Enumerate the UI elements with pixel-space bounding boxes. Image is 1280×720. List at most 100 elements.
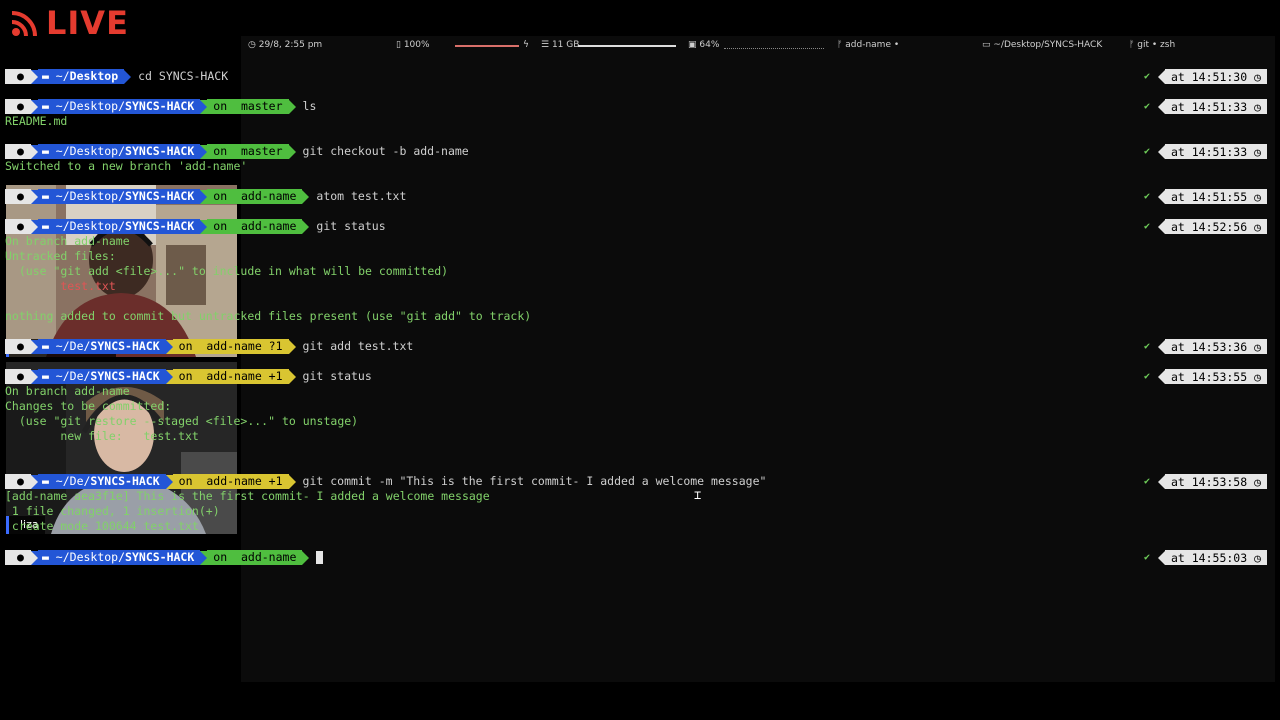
datetime-text: 29/8, 2:55 pm — [258, 40, 323, 50]
check-icon: ✔ — [1143, 341, 1150, 352]
prompt-directory: ▬ ~/Desktop/SYNCS-HACK — [37, 219, 201, 234]
directory-name: SYNCS-HACK — [125, 219, 195, 233]
segment-separator — [1157, 144, 1165, 159]
segment-separator — [302, 550, 310, 565]
command-text: atom test.txt — [316, 189, 407, 203]
segment-separator — [124, 69, 132, 84]
prompt-directory: ▬ ~/Desktop/SYNCS-HACK — [37, 550, 201, 565]
right-prompt: ✔ at 14:51:33 ◷ — [1144, 144, 1267, 159]
segment-separator — [200, 99, 208, 114]
cpu-status: ▣ 64% — [688, 40, 720, 50]
directory-prefix: ~/De/ — [48, 339, 91, 353]
check-icon: ✔ — [1143, 101, 1150, 112]
prompt-directory: ▬ ~/Desktop/SYNCS-HACK — [37, 144, 201, 159]
output-line: On branch add-name — [5, 384, 130, 398]
directory-name: SYNCS-HACK — [90, 474, 160, 488]
branch-text: add-name • — [845, 40, 900, 50]
segment-separator — [200, 189, 208, 204]
prompt-directory: ▬ ~/De/SYNCS-HACK — [37, 369, 166, 384]
command-timestamp: at 14:51:55 ◷ — [1164, 189, 1267, 204]
segment-separator — [30, 474, 38, 489]
command-timestamp: at 14:55:03 ◷ — [1164, 550, 1267, 565]
output-line: nothing added to commit but untracked fi… — [5, 309, 532, 323]
directory-prefix: ~/De/ — [48, 474, 91, 488]
segment-separator — [288, 144, 296, 159]
process-text: git • zsh — [1137, 40, 1176, 50]
directory-name: SYNCS-HACK — [125, 144, 195, 158]
prompt-git-branch: on add-name — [207, 550, 303, 565]
folder-icon: ▬ — [41, 69, 49, 83]
directory-prefix: ~/De/ — [48, 369, 91, 383]
segment-separator — [30, 219, 38, 234]
segment-separator — [30, 69, 38, 84]
directory-prefix: ~/Desktop/ — [48, 144, 126, 158]
folder-icon: ▬ — [41, 339, 49, 353]
output-line-untracked: test.txt — [5, 279, 116, 293]
segment-separator — [302, 189, 310, 204]
apple-icon: ● — [5, 339, 31, 354]
segment-separator — [288, 99, 296, 114]
check-icon: ✔ — [1143, 221, 1150, 232]
segment-separator — [1157, 339, 1165, 354]
command-text: cd SYNCS-HACK — [138, 69, 229, 83]
battery-status: ▯ 100% — [396, 40, 430, 50]
command-text: git checkout -b add-name — [302, 144, 469, 158]
prompt-git-branch: on add-name ?1 — [172, 339, 289, 354]
folder-icon: ▬ — [41, 189, 49, 203]
cpu-text: 64% — [699, 40, 720, 50]
check-icon: ✔ — [1143, 71, 1150, 82]
right-prompt: ✔ at 14:55:03 ◷ — [1144, 550, 1267, 565]
segment-separator — [30, 144, 38, 159]
check-icon: ✔ — [1143, 476, 1150, 487]
prompt-git-branch: on add-name — [207, 219, 303, 234]
apple-icon: ● — [5, 474, 31, 489]
prompt-line: ● ▬ ~/Desktop/SYNCS-HACK on master git chec… — [5, 144, 469, 159]
prompt-line: ● ▬ ~/Desktop cd SYNCS-HACK — [5, 69, 228, 84]
memory-status: ☰ 11 GB — [541, 40, 580, 50]
directory-name: SYNCS-HACK — [90, 369, 160, 383]
text-cursor[interactable] — [316, 551, 324, 564]
live-logo: LIVE — [10, 6, 129, 40]
segment-separator — [30, 369, 38, 384]
folder-icon: ▬ — [41, 550, 49, 564]
output-line: On branch add-name — [5, 234, 130, 248]
segment-separator — [30, 99, 38, 114]
directory-prefix: ~/ — [48, 69, 70, 83]
prompt-line: ● ▬ ~/Desktop/SYNCS-HACK on add-name git st… — [5, 219, 386, 234]
command-text: ls — [302, 99, 317, 113]
apple-icon: ● — [5, 69, 31, 84]
process-status: ᚠ git • zsh — [1129, 40, 1176, 50]
command-text: git status — [302, 369, 372, 383]
command-timestamp: at 14:51:33 ◷ — [1164, 144, 1267, 159]
path-status: ▭ ~/Desktop/SYNCS-HACK — [982, 40, 1103, 50]
right-prompt: ✔ at 14:51:55 ◷ — [1144, 189, 1267, 204]
command-timestamp: at 14:53:55 ◷ — [1164, 369, 1267, 384]
segment-separator — [1157, 69, 1165, 84]
right-prompt: ✔ at 14:53:55 ◷ — [1144, 369, 1267, 384]
prompt-git-branch: on add-name — [207, 189, 303, 204]
prompt-line: ● ▬ ~/De/SYNCS-HACK on add-name +1 git stat… — [5, 369, 372, 384]
folder-icon: ▬ — [41, 474, 49, 488]
output-checkout: Switched to a new branch 'add-name' — [5, 159, 248, 173]
broadcast-icon — [11, 11, 37, 37]
terminal-statusbar: ◷ 29/8, 2:55 pm ▯ 100% ϟ ☰ 11 GB ▣ 64% ᚠ… — [241, 36, 1275, 54]
segment-separator — [165, 474, 173, 489]
segment-separator — [1157, 550, 1165, 565]
battery-bar — [455, 45, 519, 47]
segment-separator — [165, 339, 173, 354]
segment-separator — [1157, 189, 1165, 204]
segment-separator — [288, 369, 296, 384]
branch-status: ᚠ add-name • — [837, 40, 900, 50]
directory-prefix: ~/Desktop/ — [48, 219, 126, 233]
output-line: create mode 100644 test.txt — [5, 519, 199, 533]
live-logo-text: LIVE — [46, 4, 129, 42]
prompt-line: ● ▬ ~/Desktop/SYNCS-HACK on master ls — [5, 99, 316, 114]
directory-name: SYNCS-HACK — [90, 339, 160, 353]
segment-separator — [1157, 99, 1165, 114]
directory-prefix: ~/Desktop/ — [48, 550, 126, 564]
directory-name: SYNCS-HACK — [125, 189, 195, 203]
folder-icon: ▬ — [41, 144, 49, 158]
output-line: 1 file changed, 1 insertion(+) — [5, 504, 220, 518]
segment-separator — [1157, 219, 1165, 234]
terminal-window[interactable]: ◷ 29/8, 2:55 pm ▯ 100% ϟ ☰ 11 GB ▣ 64% ᚠ… — [241, 36, 1275, 682]
